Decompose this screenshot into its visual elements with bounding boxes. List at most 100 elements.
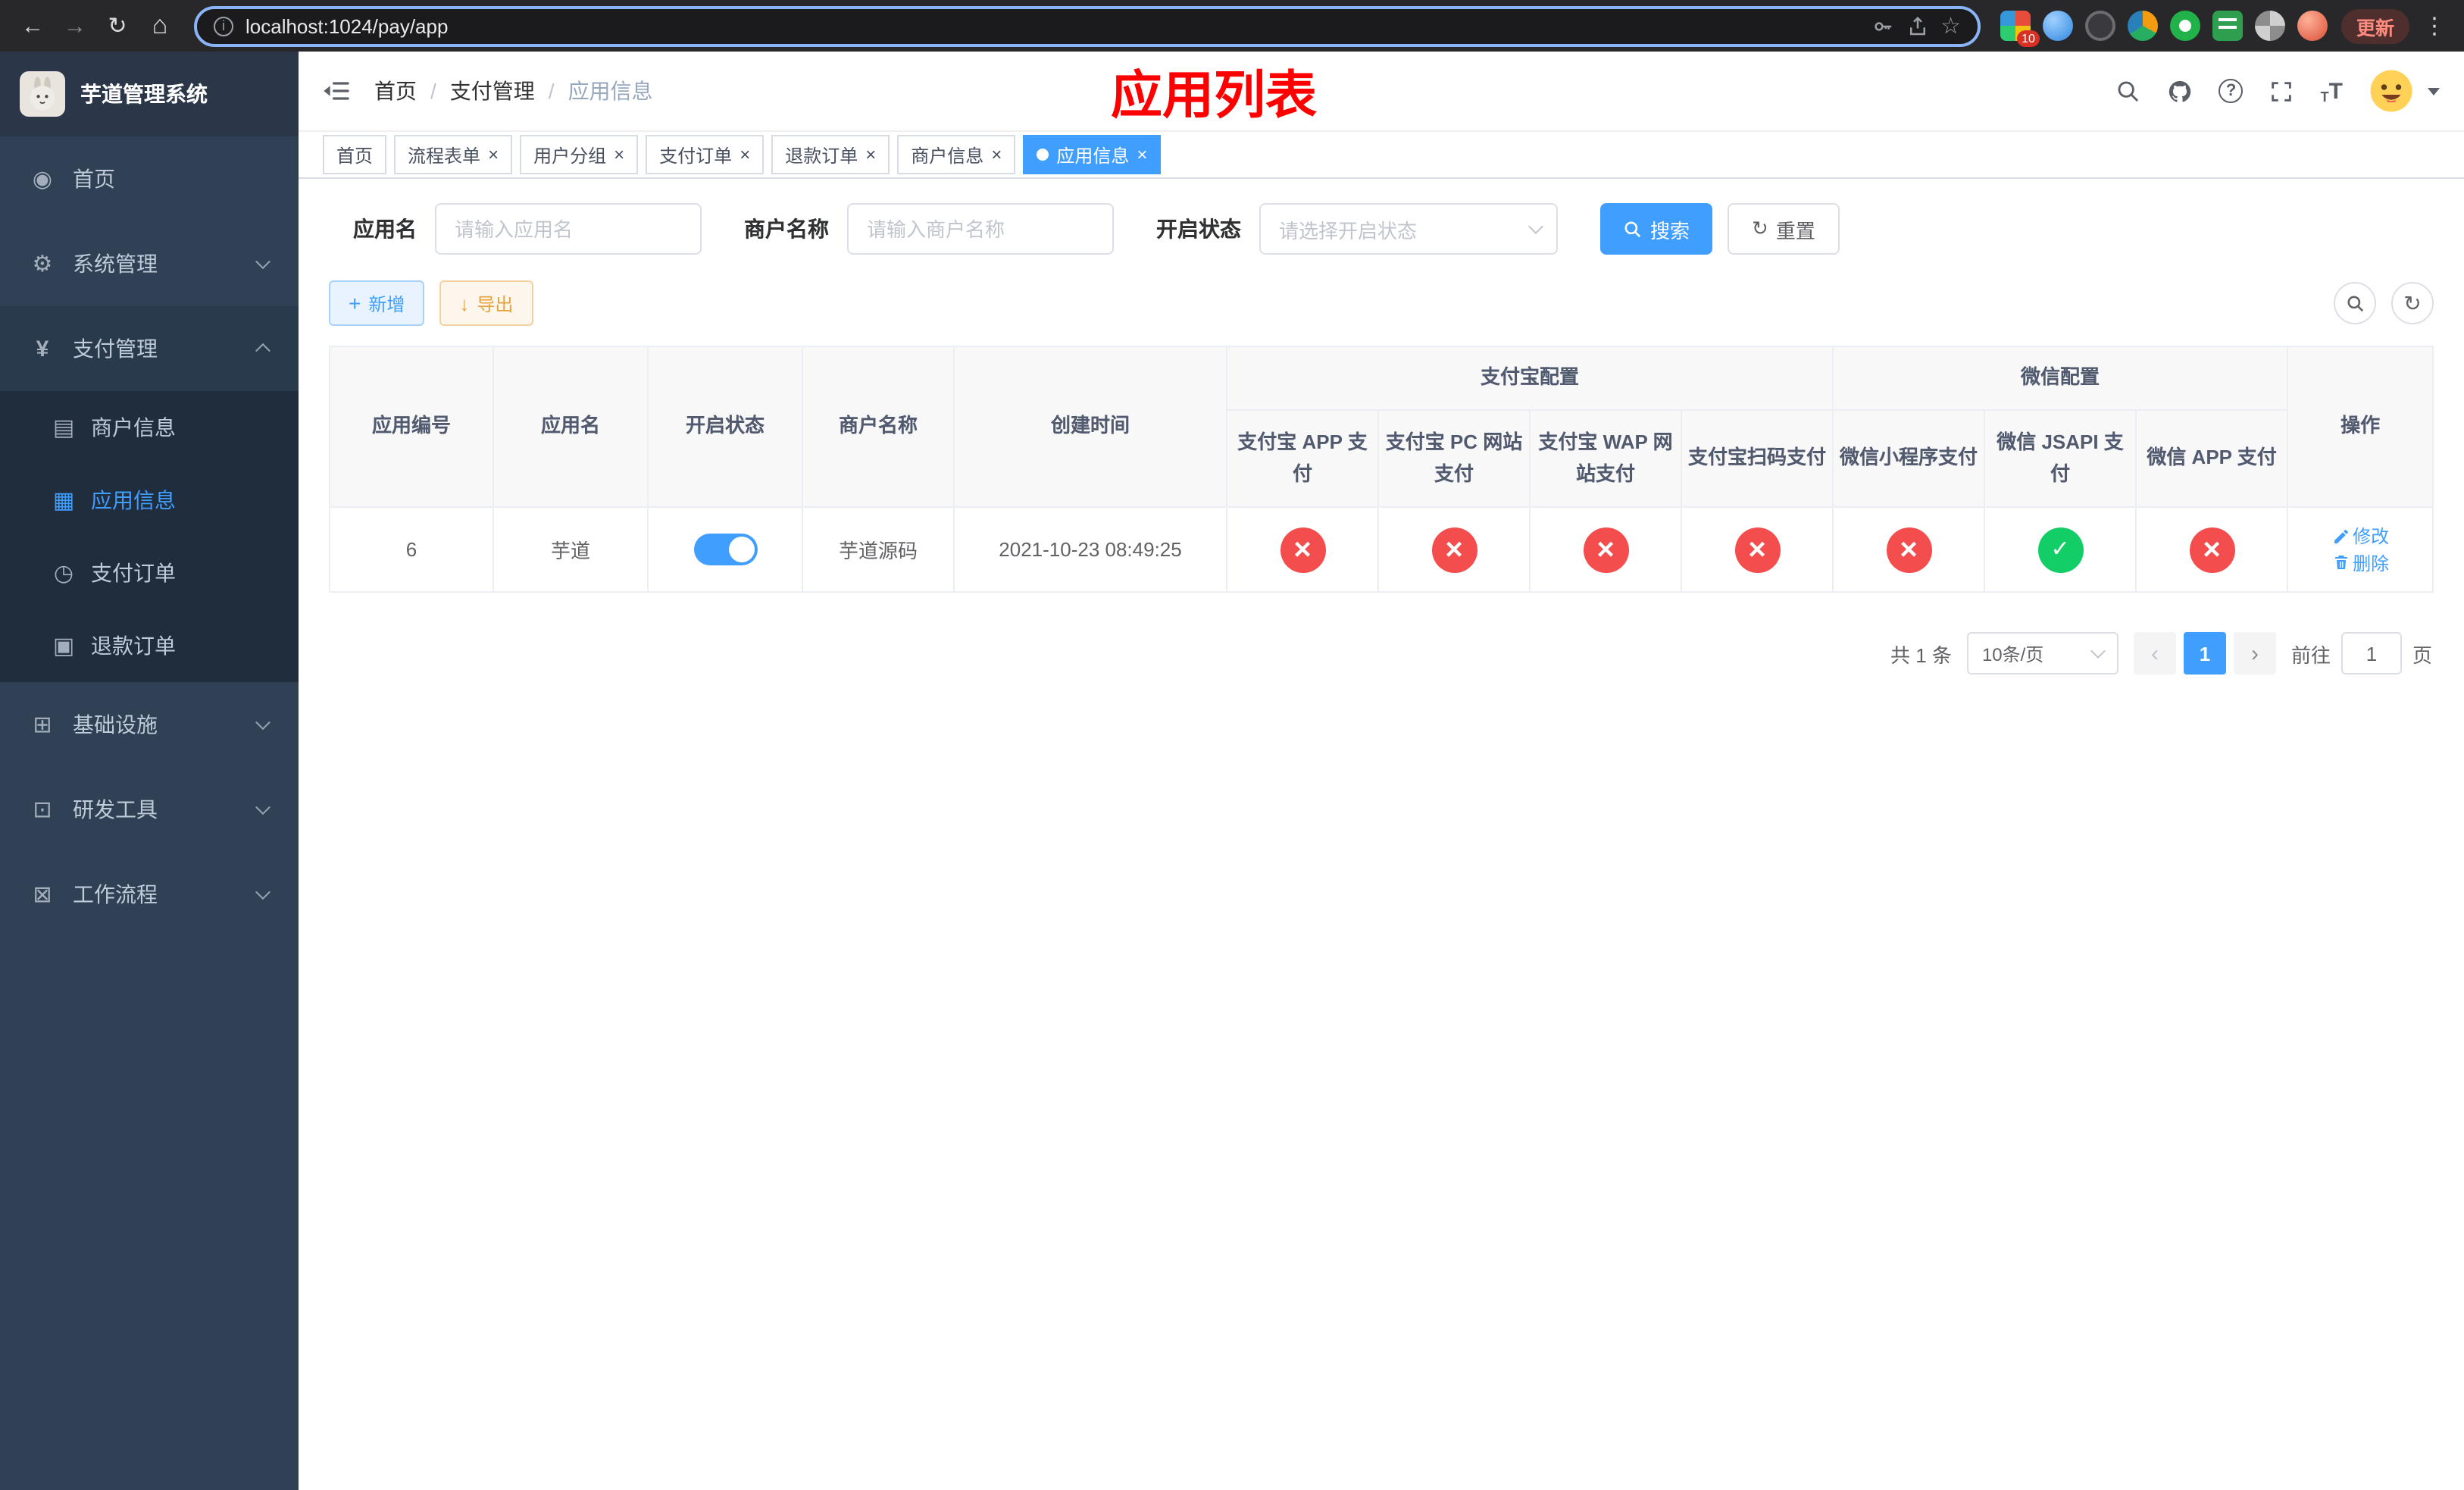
close-icon[interactable]: [614, 146, 624, 164]
search-button[interactable]: 搜索: [1600, 203, 1713, 255]
export-button[interactable]: 导出: [439, 280, 533, 326]
extension-badge: 10: [2017, 30, 2040, 47]
sidebar-item-workflow[interactable]: 工作流程: [0, 852, 299, 937]
current-page-button[interactable]: 1: [2183, 632, 2226, 675]
sidebar-logo-row[interactable]: 芋道管理系统: [0, 52, 299, 136]
extension-icon-2[interactable]: [2042, 11, 2073, 41]
toggle-search-button[interactable]: [2334, 282, 2376, 324]
fullscreen-icon[interactable]: [2269, 78, 2295, 104]
tab-label: 商户信息: [911, 145, 984, 166]
forward-icon[interactable]: [55, 5, 95, 46]
close-icon[interactable]: [740, 146, 750, 164]
sidebar-item-dev-tools[interactable]: 研发工具: [0, 767, 299, 852]
chevron-down-icon: [255, 800, 270, 815]
page-size-select[interactable]: 10条/页: [1966, 632, 2118, 675]
url-bar[interactable]: localhost:1024/pay/app: [194, 5, 1981, 46]
tab-app-info[interactable]: 应用信息: [1023, 135, 1162, 174]
home-icon[interactable]: [139, 5, 180, 46]
extension-icon-3[interactable]: [2084, 11, 2115, 41]
sidebar-item-home[interactable]: 首页: [0, 136, 299, 221]
add-button[interactable]: 新增: [329, 280, 425, 326]
back-icon[interactable]: [12, 5, 53, 46]
chevron-up-icon: [255, 343, 270, 358]
prev-page-button[interactable]: [2133, 632, 2176, 675]
merchant-name-input[interactable]: [847, 203, 1114, 255]
tab-user-group[interactable]: 用户分组: [520, 135, 639, 174]
status-select-placeholder: 请选择开启状态: [1279, 219, 1418, 242]
app-name-input[interactable]: [435, 203, 702, 255]
extension-icon-6[interactable]: [2212, 11, 2243, 41]
refresh-icon: [1752, 217, 1768, 241]
edit-icon: [2334, 528, 2348, 543]
delete-icon: [2334, 556, 2347, 569]
bookmark-star-icon[interactable]: [1940, 12, 1961, 39]
sidebar-item-pay-order[interactable]: 支付订单: [0, 537, 299, 609]
app-title: 芋道管理系统: [80, 82, 208, 106]
page-size-value: 10条/页: [1981, 643, 2044, 665]
disabled-icon: [1734, 527, 1780, 572]
sidebar-item-system[interactable]: 系统管理: [0, 221, 299, 306]
edit-link[interactable]: 修改: [2331, 523, 2389, 549]
github-icon[interactable]: [2168, 78, 2194, 104]
share-icon[interactable]: [1906, 14, 1928, 37]
sidebar-item-label: 支付管理: [73, 337, 158, 361]
tab-home[interactable]: 首页: [323, 135, 387, 174]
extension-icon-7[interactable]: [2254, 11, 2285, 41]
app-table: 应用编号 应用名 开启状态 商户名称 创建时间 支付宝配置 微信配置 操作 支付…: [329, 346, 2434, 593]
tags-view: 首页 流程表单 用户分组 支付订单: [299, 130, 2464, 179]
extension-icon-4[interactable]: [2127, 11, 2158, 41]
help-icon[interactable]: [2219, 79, 2244, 103]
page-content: 应用名 商户名称 开启状态 请选择开启状态: [299, 179, 2464, 1490]
close-icon[interactable]: [991, 146, 1002, 164]
export-button-label: 导出: [477, 293, 514, 315]
next-page-button[interactable]: [2233, 632, 2276, 675]
tab-process-form[interactable]: 流程表单: [394, 135, 513, 174]
close-icon[interactable]: [1137, 146, 1147, 164]
search-button-label: 搜索: [1650, 219, 1690, 242]
extension-icon-1[interactable]: 10: [2000, 11, 2040, 47]
edit-label: 修改: [2353, 526, 2390, 547]
sidebar-item-refund-order[interactable]: 退款订单: [0, 609, 299, 682]
browser-update-button[interactable]: 更新: [2340, 8, 2409, 43]
extension-icon-8[interactable]: [2297, 11, 2328, 41]
cell-app-id: 6: [329, 506, 494, 593]
sidebar-item-merchant-info[interactable]: 商户信息: [0, 391, 299, 464]
goto-page-input[interactable]: [2340, 632, 2402, 675]
url-text[interactable]: localhost:1024/pay/app: [245, 14, 1859, 37]
cell-create-time: 2021-10-23 08:49:25: [953, 506, 1227, 593]
cell-alipay-app: [1226, 506, 1379, 593]
reload-icon[interactable]: [97, 5, 138, 46]
sidebar: 芋道管理系统 首页 系统管理 支付管理: [0, 52, 299, 1490]
extension-icon-5[interactable]: [2169, 11, 2200, 41]
breadcrumb-level1[interactable]: 支付管理: [450, 76, 535, 106]
col-alipay-qr: 支付宝扫码支付: [1680, 409, 1834, 508]
sidebar-item-app-info[interactable]: 应用信息: [0, 464, 299, 537]
sidebar-item-payment[interactable]: 支付管理: [0, 306, 299, 391]
close-icon[interactable]: [865, 146, 876, 164]
refresh-table-button[interactable]: [2391, 282, 2434, 324]
close-icon[interactable]: [488, 146, 499, 164]
reset-button[interactable]: 重置: [1728, 203, 1840, 255]
font-size-icon[interactable]: [2321, 78, 2343, 104]
site-info-icon[interactable]: [214, 16, 233, 36]
sidebar-item-infrastructure[interactable]: 基础设施: [0, 682, 299, 767]
hamburger-icon[interactable]: [299, 76, 374, 106]
status-select[interactable]: 请选择开启状态: [1259, 203, 1558, 255]
pagination-total: 共 1 条: [1890, 643, 1952, 666]
chevron-down-icon[interactable]: [2428, 87, 2440, 95]
tab-pay-order[interactable]: 支付订单: [646, 135, 765, 174]
search-icon[interactable]: [2116, 78, 2142, 104]
col-wx-lite: 微信小程序支付: [1832, 409, 1986, 508]
key-icon[interactable]: [1871, 14, 1893, 37]
avatar[interactable]: [2369, 68, 2414, 114]
clock-icon: [52, 559, 76, 587]
tab-merchant-info[interactable]: 商户信息: [897, 135, 1016, 174]
breadcrumb: 首页 支付管理 应用信息: [374, 76, 653, 106]
col-alipay-wap: 支付宝 WAP 网站支付: [1529, 409, 1682, 508]
delete-link[interactable]: 删除: [2331, 549, 2389, 575]
tab-refund-order[interactable]: 退款订单: [771, 135, 890, 174]
sidebar-item-label: 首页: [73, 167, 115, 191]
status-toggle[interactable]: [693, 534, 757, 565]
breadcrumb-home[interactable]: 首页: [374, 76, 417, 106]
browser-menu-icon[interactable]: [2417, 12, 2452, 39]
